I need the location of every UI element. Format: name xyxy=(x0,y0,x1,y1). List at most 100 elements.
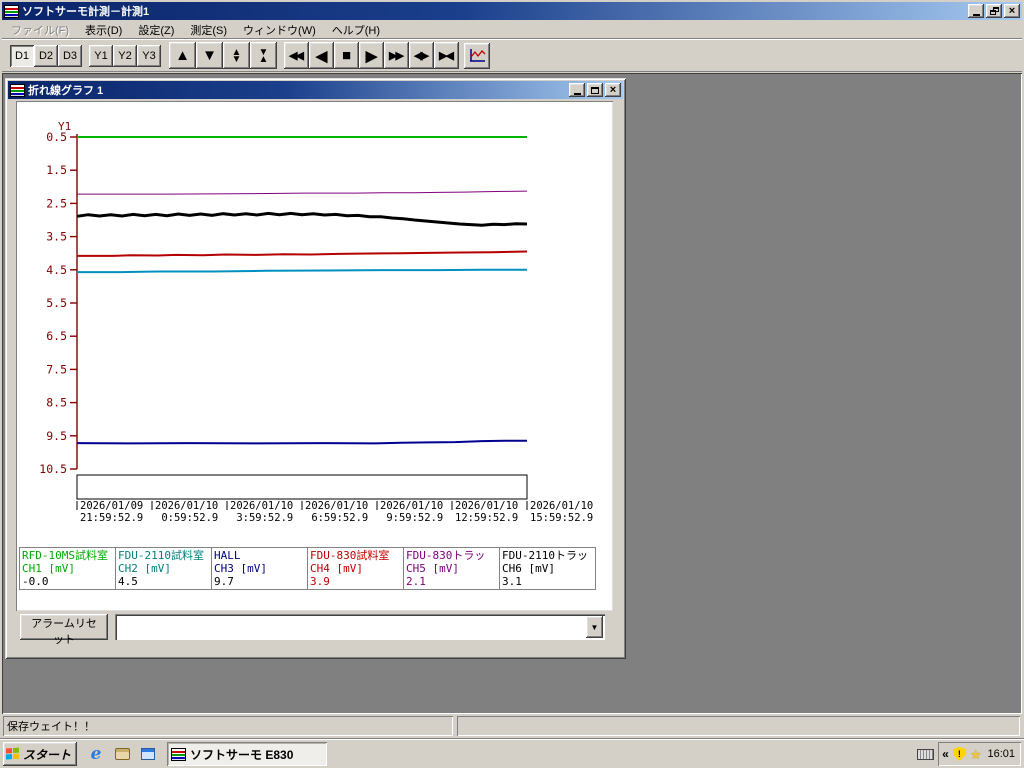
menu-item-window[interactable]: ウィンドウ(W) xyxy=(235,20,324,40)
toolbar-scroll-up-icon[interactable]: ▲ xyxy=(169,42,196,69)
minimize-button[interactable] xyxy=(968,4,984,18)
main-window-title: ソフトサーモ計測－計測1 xyxy=(22,6,150,18)
alarm-combobox[interactable]: ▼ xyxy=(115,614,605,640)
menu-item-settings[interactable]: 設定(Z) xyxy=(130,20,182,40)
start-button-label: スタート xyxy=(23,747,72,762)
tray-zone: « ! ★ 16:01 xyxy=(917,742,1021,766)
legend-value-ch2: 4.5 xyxy=(118,575,138,588)
svg-text:9:59:52.9: 9:59:52.9 xyxy=(380,512,443,524)
legend-channel-ch4: CH4 [mV] xyxy=(310,562,363,575)
svg-text:2026/01/10: 2026/01/10 xyxy=(530,500,593,512)
svg-text:6.5: 6.5 xyxy=(46,329,67,343)
legend-cell-ch5: FDU-830トラッ CH5 [mV] 2.1 xyxy=(403,547,500,590)
mdi-client-area: 折れ線グラフ 1 × Y1 0.5 1.5 2.5 3.5 4.5 5.5 6.5 7.5 8.5… xyxy=(2,73,1022,714)
legend-device-ch1: RFD-10MS試料室 xyxy=(22,549,108,562)
alarm-reset-button[interactable]: アラームリセット xyxy=(20,614,108,646)
legend-cell-ch6: FDU-2110トラッ CH6 [mV] 3.1 xyxy=(499,547,596,590)
security-shield-icon[interactable]: ! xyxy=(952,747,966,761)
toolbar-compress-scale-icon[interactable]: ▼ ▲ xyxy=(250,42,277,69)
system-tray: « ! ★ 16:01 xyxy=(938,742,1021,766)
toolbar-stop-icon[interactable]: ■ xyxy=(334,42,359,69)
legend-device-ch4: FDU-830試料室 xyxy=(310,549,390,562)
toolbar-button-d1[interactable]: D1 xyxy=(10,44,34,67)
legend-value-ch6: 3.1 xyxy=(502,575,522,588)
menu-item-measure[interactable]: 測定(S) xyxy=(182,20,235,40)
legend-channel-ch1: CH1 [mV] xyxy=(22,562,75,575)
graph-settings-button[interactable] xyxy=(464,42,490,69)
svg-text:4.5: 4.5 xyxy=(46,263,67,277)
toolbar-expand-scale-icon[interactable]: ▲ ▼ xyxy=(223,42,250,69)
internet-explorer-icon[interactable]: e xyxy=(87,745,105,763)
graph-maximize-button[interactable] xyxy=(587,83,603,97)
status-message-panel: 保存ウェイト！！ xyxy=(3,716,453,736)
channels-icon[interactable] xyxy=(139,745,157,763)
restore-button[interactable] xyxy=(986,4,1002,18)
svg-text:2026/01/10: 2026/01/10 xyxy=(230,500,293,512)
tray-clock: 16:01 xyxy=(987,748,1015,760)
keyboard-icon[interactable] xyxy=(917,748,935,760)
toolbar-zoom-in-x-icon[interactable]: ▶◀ xyxy=(434,42,459,69)
svg-text:2026/01/10: 2026/01/10 xyxy=(305,500,368,512)
star-icon[interactable]: ★ xyxy=(970,748,982,761)
svg-text:6:59:52.9: 6:59:52.9 xyxy=(305,512,368,524)
toolbar-button-d3[interactable]: D3 xyxy=(58,44,82,67)
legend-channel-ch3: CH3 [mV] xyxy=(214,562,267,575)
legend-channel-ch2: CH2 [mV] xyxy=(118,562,171,575)
start-button[interactable]: スタート xyxy=(3,742,78,766)
legend-row: RFD-10MS試料室 CH1 [mV] -0.0 FDU-2110試料室 CH2 [m… xyxy=(19,547,596,590)
close-button[interactable]: × xyxy=(1004,4,1020,18)
toolbar-scroll-group: ▲ ▼ ▲ ▼ ▼ ▲ xyxy=(169,42,277,69)
svg-text:0.5: 0.5 xyxy=(46,130,67,144)
main-titlebar: ソフトサーモ計測－計測1 × xyxy=(2,2,1022,20)
toolbar-scroll-down-icon[interactable]: ▼ xyxy=(196,42,223,69)
graph-window: 折れ線グラフ 1 × Y1 0.5 1.5 2.5 3.5 4.5 5.5 6.5 7.5 8.5… xyxy=(5,78,626,659)
toolbar-data-group: D1 D2 D3 xyxy=(10,44,82,67)
legend-cell-ch1: RFD-10MS試料室 CH1 [mV] -0.0 xyxy=(19,547,116,590)
graph-window-title: 折れ線グラフ 1 xyxy=(28,85,104,97)
alarm-combobox-value xyxy=(117,616,586,638)
svg-text:0:59:52.9: 0:59:52.9 xyxy=(155,512,218,524)
svg-text:10.5: 10.5 xyxy=(39,462,67,476)
legend-channel-ch6: CH6 [mV] xyxy=(502,562,555,575)
toolbar-fast-rewind-icon[interactable]: ◀◀ xyxy=(284,42,309,69)
svg-text:15:59:52.9: 15:59:52.9 xyxy=(530,512,593,524)
svg-text:7.5: 7.5 xyxy=(46,362,67,376)
toolbar-transport-group: ◀◀ ◀ ■ ▶ ▶▶ ◀▶ ▶◀ xyxy=(284,42,459,69)
svg-text:5.5: 5.5 xyxy=(46,296,67,310)
legend-device-ch3: HALL xyxy=(214,549,241,562)
toolbar-step-forward-icon[interactable]: ▶ xyxy=(359,42,384,69)
legend-device-ch6: FDU-2110トラッ xyxy=(502,549,588,562)
graph-close-button[interactable]: × xyxy=(605,83,621,97)
legend-value-ch4: 3.9 xyxy=(310,575,330,588)
legend-device-ch5: FDU-830トラッ xyxy=(406,549,486,562)
toolbar-zoom-out-x-icon[interactable]: ◀▶ xyxy=(409,42,434,69)
graph-window-content: Y1 0.5 1.5 2.5 3.5 4.5 5.5 6.5 7.5 8.5 9.5 10.5 2026… xyxy=(8,99,623,656)
taskbar-app-button[interactable]: ソフトサーモ E830 xyxy=(167,742,328,766)
toolbar-step-back-icon[interactable]: ◀ xyxy=(309,42,334,69)
svg-text:2026/01/10: 2026/01/10 xyxy=(455,500,518,512)
legend-value-ch3: 9.7 xyxy=(214,575,234,588)
line-chart: Y10.51.52.53.54.55.56.57.58.59.510.52026… xyxy=(39,120,593,524)
collapse-chevron-icon[interactable]: « xyxy=(942,748,949,760)
toolbar-button-d2[interactable]: D2 xyxy=(34,44,58,67)
menu-item-help[interactable]: ヘルプ(H) xyxy=(324,20,388,40)
svg-text:3.5: 3.5 xyxy=(46,230,67,244)
svg-text:1.5: 1.5 xyxy=(46,163,67,177)
svg-text:2026/01/10: 2026/01/10 xyxy=(155,500,218,512)
toolbar-fast-forward-icon[interactable]: ▶▶ xyxy=(384,42,409,69)
toolbar-button-y2[interactable]: Y2 xyxy=(113,44,137,67)
toolbar-button-y3[interactable]: Y3 xyxy=(137,44,161,67)
chart-panel: Y1 0.5 1.5 2.5 3.5 4.5 5.5 6.5 7.5 8.5 9.5 10.5 2026… xyxy=(16,101,613,611)
svg-text:2026/01/09: 2026/01/09 xyxy=(80,500,143,512)
status-message: 保存ウェイト！！ xyxy=(7,721,95,733)
legend-cell-ch3: HALL CH3 [mV] 9.7 xyxy=(211,547,308,590)
legend-value-ch1: -0.0 xyxy=(22,575,49,588)
svg-text:2.5: 2.5 xyxy=(46,196,67,210)
toolbar-button-y1[interactable]: Y1 xyxy=(89,44,113,67)
menu-item-view[interactable]: 表示(D) xyxy=(77,20,130,40)
show-desktop-icon[interactable] xyxy=(113,745,131,763)
graph-minimize-button[interactable] xyxy=(569,83,585,97)
app-icon xyxy=(4,4,19,18)
combobox-dropdown-button[interactable]: ▼ xyxy=(586,616,603,638)
legend-cell-ch2: FDU-2110試料室 CH2 [mV] 4.5 xyxy=(115,547,212,590)
